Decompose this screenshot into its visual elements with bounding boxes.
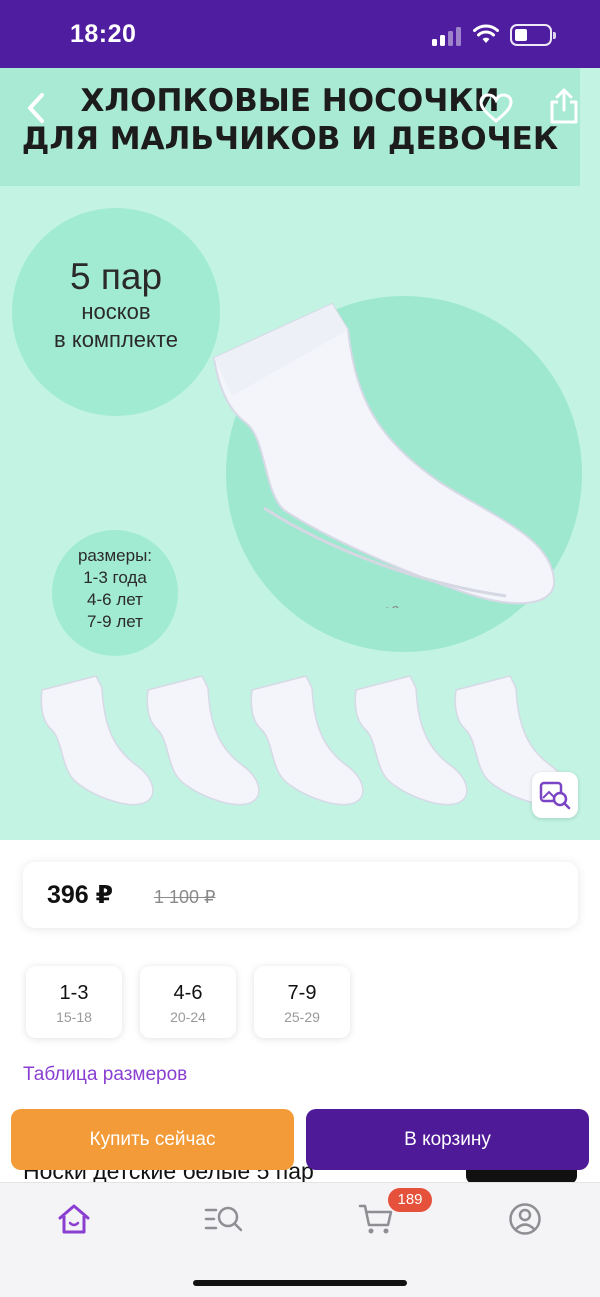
- pack-line3: в комплекте: [54, 327, 178, 352]
- size-range-3: 7-9 лет: [87, 612, 143, 631]
- size-option-label: 7-9: [287, 982, 317, 1004]
- size-option-1-3[interactable]: 1-3 15-18: [26, 966, 122, 1038]
- size-option-label: 4-6: [173, 982, 203, 1004]
- image-search-button[interactable]: [532, 772, 578, 818]
- heart-icon: [479, 93, 513, 123]
- sock-main-image: ЗЗ: [212, 302, 556, 608]
- sock-thumb-3: [250, 675, 364, 806]
- price-card: 396 ₽ 1 100 ₽: [23, 862, 578, 928]
- sock-brand-mark: ЗЗ: [382, 602, 401, 608]
- action-bar: Купить сейчас В корзину: [0, 1107, 600, 1172]
- add-to-cart-button[interactable]: В корзину: [306, 1109, 589, 1170]
- battery-icon: [510, 24, 556, 46]
- tab-profile[interactable]: [503, 1197, 547, 1241]
- size-option-sub: 20-24: [170, 1009, 206, 1025]
- pack-info-circle: 5 пар носков в комплекте: [12, 208, 220, 416]
- favorite-button[interactable]: [476, 88, 516, 128]
- back-button[interactable]: [16, 88, 56, 128]
- size-option-7-9[interactable]: 7-9 25-29: [254, 966, 350, 1038]
- product-screen: 18:20 ХЛОПКОВЫЕ НОСОЧКИ ДЛЯ МАЛЬЧИКОВ И …: [0, 0, 600, 1297]
- sock-thumb-1: [40, 675, 154, 806]
- size-option-sub: 25-29: [284, 1009, 320, 1025]
- old-price: 1 100 ₽: [154, 887, 216, 907]
- size-option-sub: 15-18: [56, 1009, 92, 1025]
- tab-catalog-search[interactable]: [202, 1197, 246, 1241]
- cart-count-badge: 189: [388, 1188, 432, 1212]
- current-price: 396 ₽: [47, 881, 114, 909]
- sock-thumb-2: [146, 675, 260, 806]
- size-range-2: 4-6 лет: [87, 590, 143, 609]
- tab-home[interactable]: [52, 1197, 96, 1241]
- pack-count: 5 пар: [69, 256, 163, 297]
- tab-bar: 189: [0, 1182, 600, 1297]
- buy-now-button[interactable]: Купить сейчас: [11, 1109, 294, 1170]
- cellular-signal-icon: [432, 26, 464, 46]
- share-icon: [550, 88, 578, 124]
- chevron-left-icon: [28, 93, 44, 123]
- size-option-4-6[interactable]: 4-6 20-24: [140, 966, 236, 1038]
- product-image[interactable]: ХЛОПКОВЫЕ НОСОЧКИ ДЛЯ МАЛЬЧИКОВ И ДЕВОЧЕ…: [0, 68, 600, 840]
- share-button[interactable]: [544, 86, 584, 126]
- home-icon: [58, 1204, 90, 1234]
- image-search-icon: [539, 781, 571, 810]
- sizes-heading: размеры:: [77, 546, 153, 565]
- profile-icon: [509, 1203, 541, 1235]
- pack-line2: носков: [81, 299, 151, 324]
- size-table-link[interactable]: Таблица размеров: [23, 1064, 187, 1086]
- catalog-search-icon: [204, 1206, 243, 1232]
- status-time: 18:20: [70, 20, 137, 48]
- size-option-label: 1-3: [59, 982, 89, 1004]
- sizes-info-circle: размеры: 1-3 года 4-6 лет 7-9 лет: [52, 530, 178, 656]
- wifi-icon: [473, 24, 499, 43]
- cart-icon: [358, 1204, 393, 1234]
- size-range-1: 1-3 года: [83, 568, 147, 587]
- home-indicator: [193, 1280, 407, 1286]
- status-bar: 18:20: [0, 0, 600, 68]
